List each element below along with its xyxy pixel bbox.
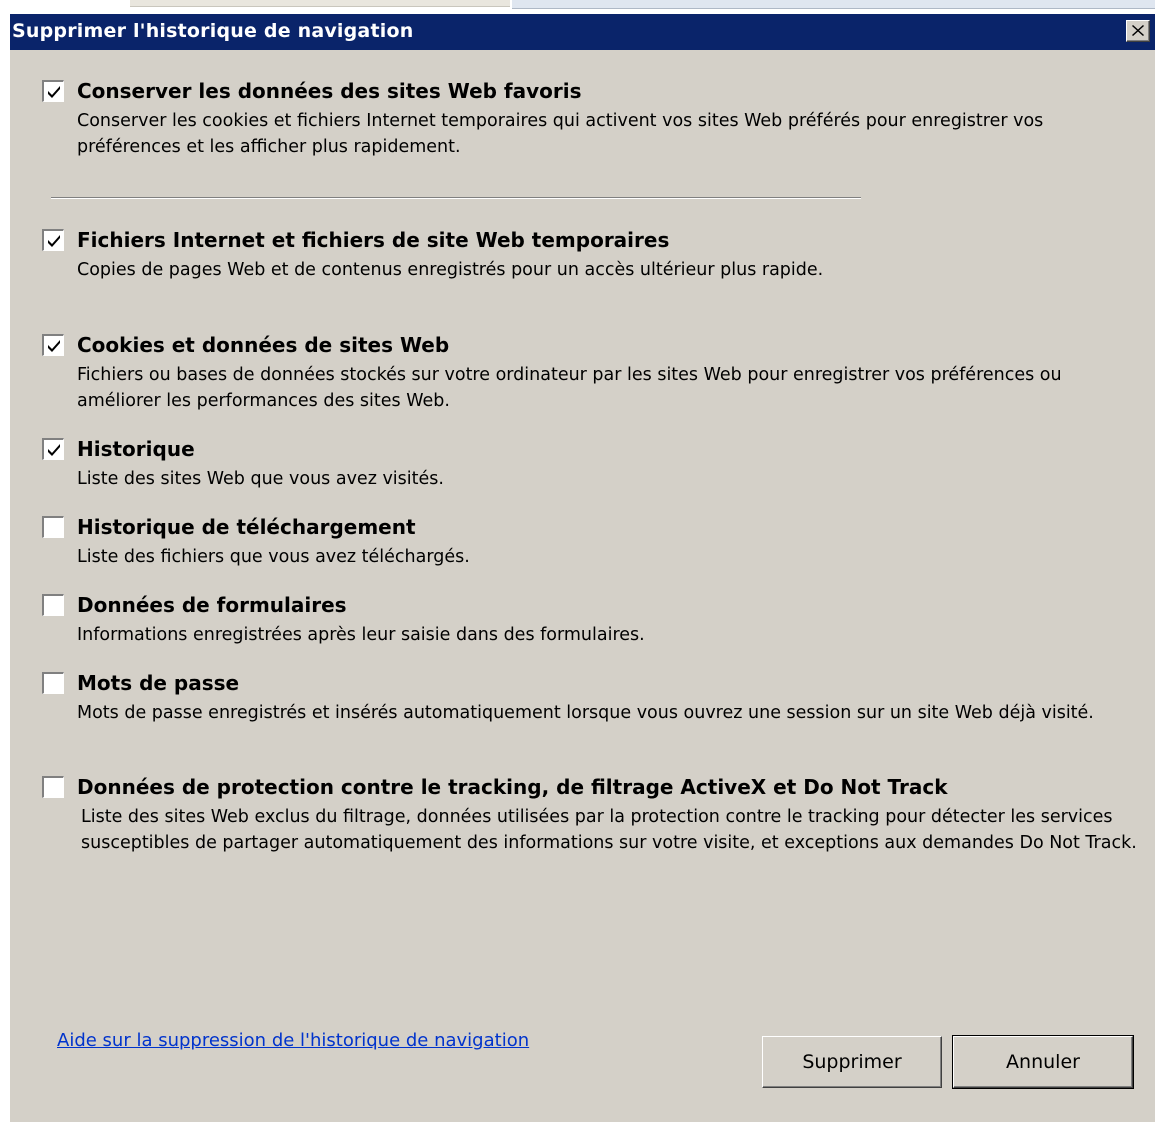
option-description: Copies de pages Web et de contenus enreg… (77, 260, 824, 280)
option-description: Fichiers ou bases de données stockés sur… (77, 365, 1062, 411)
option-title: Mots de passe (77, 671, 240, 695)
passwords-checkbox[interactable] (42, 672, 64, 694)
option-title: Données de protection contre le tracking… (77, 775, 948, 799)
preserve-favorites-checkbox[interactable] (42, 80, 64, 102)
history-checkbox[interactable] (42, 438, 64, 460)
checkmark-icon (48, 444, 60, 456)
option-description: Informations enregistrées après leur sai… (77, 625, 645, 645)
option-title: Historique de téléchargement (77, 515, 416, 539)
background-tab (130, 0, 510, 7)
background-toolbar (512, 0, 1155, 9)
option-description: Mots de passe enregistrés et insérés aut… (77, 703, 1094, 723)
option-title: Historique (77, 437, 195, 461)
checkmark-icon (48, 86, 60, 98)
cookies-checkbox[interactable] (42, 334, 64, 356)
temp-files-checkbox[interactable] (42, 229, 64, 251)
option-title: Cookies et données de sites Web (77, 333, 450, 357)
close-icon (1132, 25, 1144, 36)
dialog-titlebar[interactable]: Supprimer l'historique de navigation (10, 14, 1155, 50)
option-description: Liste des fichiers que vous avez télécha… (77, 547, 470, 567)
checkmark-icon (48, 340, 60, 352)
checkmark-icon (48, 235, 60, 247)
background-window-strip (0, 0, 1155, 10)
option-title: Données de formulaires (77, 593, 347, 617)
cancel-button[interactable]: Annuler (952, 1035, 1134, 1089)
dialog-title: Supprimer l'historique de navigation (12, 20, 414, 42)
close-button[interactable] (1126, 20, 1150, 42)
delete-button[interactable]: Supprimer (762, 1036, 942, 1088)
tracking-protection-checkbox[interactable] (42, 776, 64, 798)
option-description: Liste des sites Web exclus du filtrage, … (81, 807, 1137, 853)
option-title: Fichiers Internet et fichiers de site We… (77, 228, 670, 252)
form-data-checkbox[interactable] (42, 594, 64, 616)
delete-browsing-history-dialog: Supprimer l'historique de navigation Con… (10, 14, 1155, 1122)
option-description: Liste des sites Web que vous avez visité… (77, 469, 444, 489)
separator (51, 197, 861, 199)
option-description: Conserver les cookies et fichiers Intern… (77, 111, 1044, 157)
option-title: Conserver les données des sites Web favo… (77, 79, 582, 103)
help-link[interactable]: Aide sur la suppression de l'historique … (57, 1030, 529, 1051)
download-history-checkbox[interactable] (42, 516, 64, 538)
